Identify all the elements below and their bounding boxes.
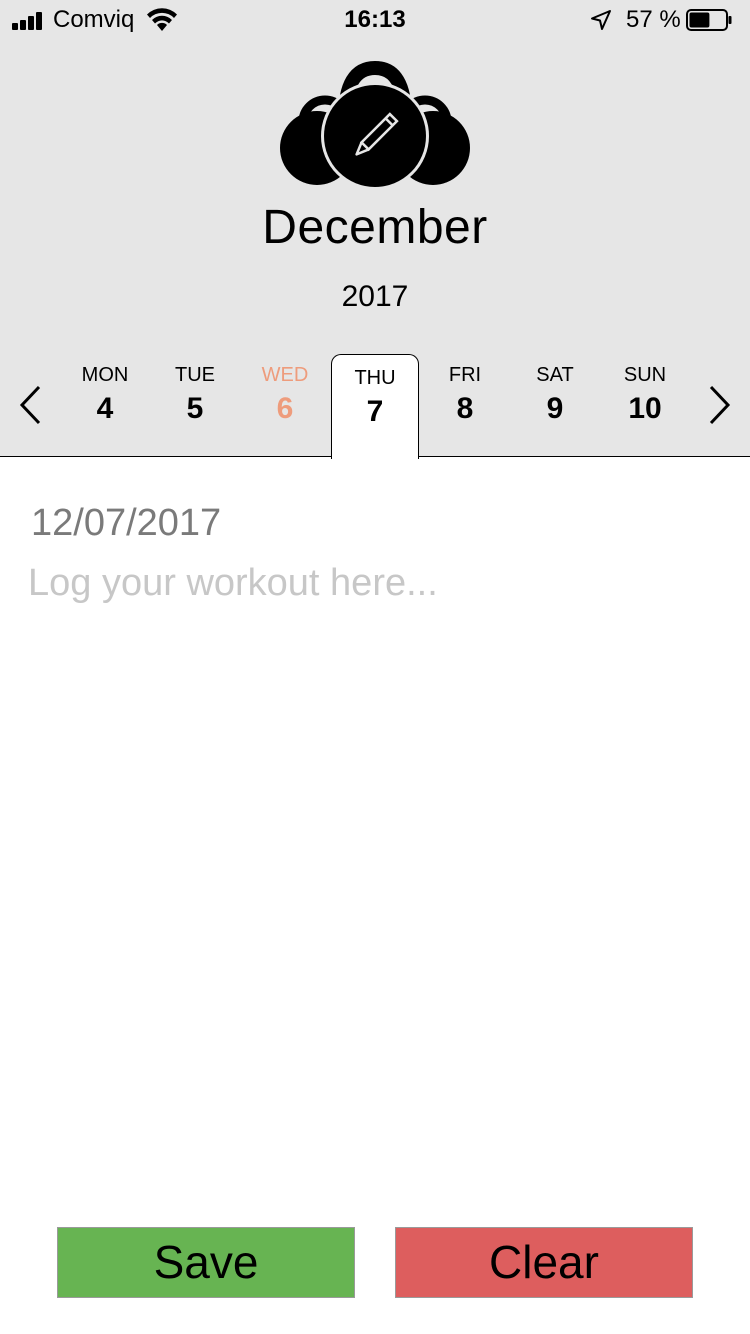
next-week-chevron-icon[interactable] — [707, 384, 733, 426]
day-number: 6 — [276, 392, 294, 425]
day-name: SAT — [536, 364, 574, 386]
save-button[interactable]: Save — [57, 1227, 355, 1298]
day-name: FRI — [448, 364, 482, 386]
year-label: 2017 — [341, 280, 409, 313]
day-number: 7 — [366, 395, 384, 428]
day-tue[interactable]: TUE 5 — [151, 354, 239, 458]
battery-percentage: 57 % — [626, 6, 681, 33]
day-number: 9 — [546, 392, 564, 425]
entry-date: 12/07/2017 — [31, 502, 222, 544]
day-name: THU — [354, 367, 396, 389]
month-title: December — [262, 201, 488, 254]
day-name: MON — [81, 364, 129, 386]
day-name: SUN — [623, 364, 667, 386]
location-arrow-icon — [591, 10, 611, 30]
header-panel: Comviq 16:13 57 % December 2017 MON 4 TU… — [0, 0, 750, 459]
previous-week-chevron-icon[interactable] — [17, 384, 43, 426]
clear-button[interactable]: Clear — [395, 1227, 693, 1298]
day-sat[interactable]: SAT 9 — [511, 354, 599, 458]
workout-log-input[interactable] — [28, 562, 718, 1162]
day-wed[interactable]: WED 6 — [241, 354, 329, 458]
kettlebell-pencil-icon — [280, 60, 470, 190]
day-thu[interactable]: THU 7 — [331, 354, 419, 459]
day-name: WED — [261, 364, 309, 386]
status-bar: Comviq 16:13 57 % — [0, 0, 750, 40]
day-number: 4 — [96, 392, 114, 425]
day-number: 8 — [456, 392, 474, 425]
battery-icon — [686, 9, 732, 31]
day-number: 5 — [186, 392, 204, 425]
day-name: TUE — [175, 364, 215, 386]
day-mon[interactable]: MON 4 — [61, 354, 149, 458]
day-sun[interactable]: SUN 10 — [601, 354, 689, 458]
day-number: 10 — [628, 392, 662, 425]
day-fri[interactable]: FRI 8 — [421, 354, 509, 458]
